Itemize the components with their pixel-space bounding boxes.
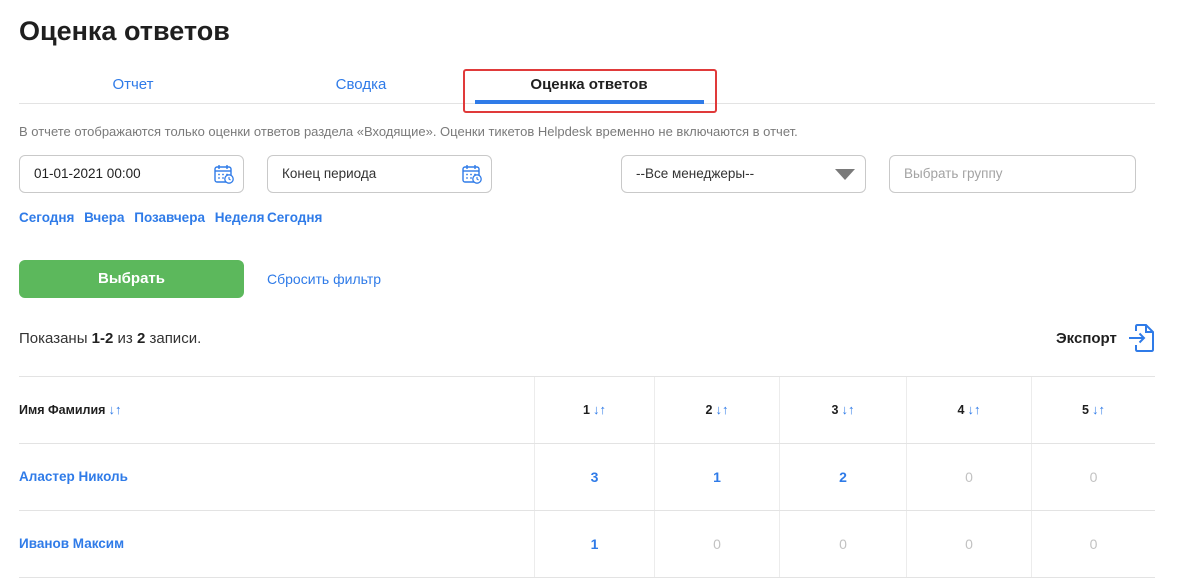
managers-selected-value: --Все менеджеры--: [636, 166, 755, 181]
table-row: Иванов Максим 1 0 0 0 0: [19, 511, 1155, 578]
select-button[interactable]: Выбрать: [19, 260, 244, 298]
export-label: Экспорт: [1056, 329, 1117, 347]
sort-arrows-icon[interactable]: ↓↑: [1092, 402, 1105, 417]
start-date-value: 01-01-2021 00:00: [34, 166, 141, 181]
export-button[interactable]: Экспорт: [1056, 322, 1155, 354]
quick-link-week[interactable]: Неделя: [215, 210, 265, 225]
end-date-field[interactable]: Конец периода: [267, 155, 492, 193]
column-header-2[interactable]: 2 ↓↑: [654, 377, 779, 443]
rating-count-cell[interactable]: 2: [779, 444, 906, 510]
quick-link-yesterday[interactable]: Вчера: [84, 210, 124, 225]
summary-middle: из: [117, 330, 133, 347]
chevron-down-icon: [835, 169, 855, 180]
column-header-name[interactable]: Имя Фамилия ↓↑: [19, 377, 534, 443]
reset-filter-link[interactable]: Сбросить фильтр: [267, 271, 381, 287]
summary-total: 2: [136, 330, 146, 347]
tab-summary[interactable]: Сводка: [247, 66, 475, 104]
group-select[interactable]: Выбрать группу: [889, 155, 1136, 193]
manager-name-link[interactable]: Аластер Николь: [19, 444, 534, 510]
table-row: Аластер Николь 3 1 2 0 0: [19, 444, 1155, 511]
rating-count-cell: 0: [654, 511, 779, 577]
quick-link-today[interactable]: Сегодня: [19, 210, 74, 225]
sort-arrows-icon[interactable]: ↓↑: [841, 402, 854, 417]
summary-prefix: Показаны: [19, 330, 88, 347]
tab-report[interactable]: Отчет: [19, 66, 247, 104]
rating-count-cell[interactable]: 1: [654, 444, 779, 510]
quick-link-day-before[interactable]: Позавчера: [134, 210, 205, 225]
export-icon: [1128, 324, 1154, 352]
end-quick-links: Сегодня: [267, 210, 328, 225]
highlight-box: [463, 69, 717, 113]
summary-suffix: записи.: [149, 330, 202, 347]
ratings-table: Имя Фамилия ↓↑ 1 ↓↑ 2 ↓↑ 3 ↓↑ 4 ↓↑ 5 ↓↑ Аласте…: [19, 376, 1155, 578]
column-header-4[interactable]: 4 ↓↑: [906, 377, 1031, 443]
sort-arrows-icon[interactable]: ↓↑: [108, 402, 121, 417]
page-title: Оценка ответов: [19, 16, 230, 46]
manager-name-link[interactable]: Иванов Максим: [19, 511, 534, 577]
calendar-icon[interactable]: [213, 163, 235, 185]
start-date-field[interactable]: 01-01-2021 00:00: [19, 155, 244, 193]
calendar-icon[interactable]: [461, 163, 483, 185]
column-header-5[interactable]: 5 ↓↑: [1031, 377, 1155, 443]
table-header-row: Имя Фамилия ↓↑ 1 ↓↑ 2 ↓↑ 3 ↓↑ 4 ↓↑ 5 ↓↑: [19, 377, 1155, 444]
managers-select[interactable]: --Все менеджеры--: [621, 155, 866, 193]
rating-count-cell: 0: [1031, 444, 1155, 510]
group-placeholder: Выбрать группу: [904, 166, 1003, 181]
rating-count-cell: 0: [906, 511, 1031, 577]
start-quick-links: Сегодня Вчера Позавчера Неделя: [19, 210, 271, 225]
rating-count-cell: 0: [1031, 511, 1155, 577]
rating-count-cell: 0: [906, 444, 1031, 510]
sort-arrows-icon[interactable]: ↓↑: [967, 402, 980, 417]
info-text: В отчете отображаются только оценки отве…: [19, 124, 798, 139]
sort-arrows-icon[interactable]: ↓↑: [715, 402, 728, 417]
records-summary: Показаны 1-2 из 2 записи.: [19, 330, 201, 347]
end-date-placeholder: Конец периода: [282, 166, 377, 181]
rating-count-cell[interactable]: 1: [534, 511, 654, 577]
summary-range: 1-2: [91, 330, 114, 347]
sort-arrows-icon[interactable]: ↓↑: [593, 402, 606, 417]
quick-link-end-today[interactable]: Сегодня: [267, 210, 322, 225]
rating-count-cell[interactable]: 3: [534, 444, 654, 510]
column-header-3[interactable]: 3 ↓↑: [779, 377, 906, 443]
rating-count-cell: 0: [779, 511, 906, 577]
column-header-1[interactable]: 1 ↓↑: [534, 377, 654, 443]
